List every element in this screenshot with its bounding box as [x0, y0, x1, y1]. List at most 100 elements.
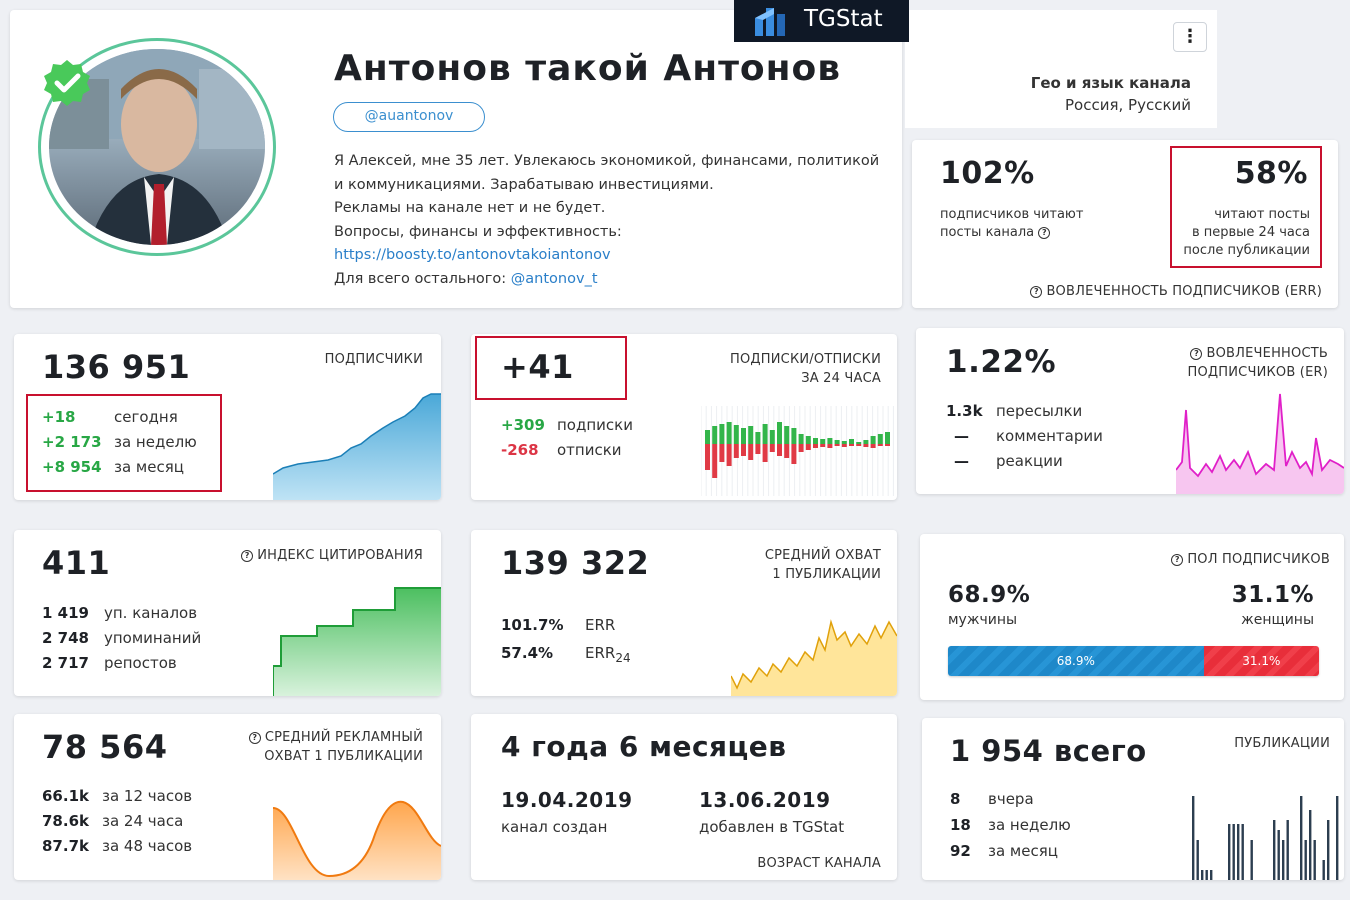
unsubs-bar: [741, 444, 746, 456]
unsubs-bar: [762, 444, 768, 462]
added-label: добавлен в TGStat: [699, 818, 845, 836]
highlight-box: [26, 394, 222, 492]
reach-value: 139 322: [501, 544, 650, 582]
unsubs-bar: [863, 444, 869, 447]
subs-bar: [877, 434, 883, 444]
subs-bar: [733, 425, 739, 444]
post-bar: [1304, 840, 1307, 880]
male-bar[interactable]: 68.9%: [948, 646, 1204, 676]
subs-bar: [769, 430, 775, 444]
stat-row: +309 подписки: [501, 416, 633, 434]
menu-button[interactable]: ⋮: [1173, 22, 1207, 52]
subs-bar: [705, 430, 710, 444]
post-bar: [1210, 870, 1213, 880]
unsubs-bar: [834, 444, 840, 446]
verified-badge-icon: [42, 58, 92, 108]
subs-bar: [827, 438, 833, 444]
average-reach-card[interactable]: 139 322 СРЕДНИЙ ОХВАТ 1 ПУБЛИКАЦИИ 101.7%…: [471, 530, 897, 696]
unsubs-bar: [820, 444, 826, 447]
subscribers-sparkline: [273, 393, 441, 500]
geo-title: Гео и язык канала: [1030, 74, 1191, 92]
unsubs-bar: [856, 444, 862, 446]
ad-reach-wave-chart: [273, 800, 441, 880]
info-icon[interactable]: ?: [1190, 348, 1203, 360]
male-label: мужчины: [948, 612, 1018, 628]
tgstat-logo-banner[interactable]: TGStat: [734, 0, 909, 42]
stat-row: 2 717 репостов: [42, 654, 177, 672]
subscribers-label: ПОДПИСЧИКИ: [324, 352, 423, 367]
er-card[interactable]: 1.22% ? ВОВЛЕЧЕННОСТЬ ПОДПИСЧИКОВ (ER) 1.…: [916, 328, 1344, 494]
subs-unsubs-label: ПОДПИСКИ/ОТПИСКИ ЗА 24 ЧАСА: [730, 352, 881, 386]
stat-row: — реакции: [954, 452, 1063, 470]
stat-row: 57.4% ERR24: [501, 644, 631, 665]
unsubs-bar: [755, 444, 761, 454]
subs-bar: [863, 440, 869, 444]
stat-row: 66.1k за 12 часов: [42, 787, 193, 805]
boosty-link[interactable]: https://boosty.to/antonovtakoiantonov: [334, 244, 879, 268]
channel-title: Антонов такой Антонов: [334, 48, 842, 89]
subs-bar: [784, 426, 790, 444]
citation-step-chart: [273, 587, 441, 696]
subs-bar: [726, 422, 732, 444]
err-left-label: подписчиков читают посты канала ?: [940, 207, 1084, 240]
post-bar: [1237, 824, 1240, 880]
publications-bar-chart: [1192, 796, 1339, 880]
other-handle-link[interactable]: @antonov_t: [511, 271, 598, 287]
ad-reach-card[interactable]: 78 564 ? СРЕДНИЙ РЕКЛАМНЫЙ ОХВАТ 1 ПУБЛИК…: [14, 714, 441, 880]
stat-row: 78.6k за 24 часа: [42, 812, 184, 830]
unsubs-bar: [805, 444, 811, 450]
unsubs-bar: [726, 444, 732, 466]
stat-row: 18 за неделю: [950, 816, 1071, 834]
created-label: канал создан: [501, 818, 608, 836]
post-bar: [1322, 860, 1325, 880]
gender-card[interactable]: ? ПОЛ ПОДПИСЧИКОВ 68.9% мужчины 31.1% жен…: [920, 534, 1344, 700]
stat-row: 2 748 упоминаний: [42, 629, 202, 647]
female-bar[interactable]: 31.1%: [1203, 646, 1319, 676]
unsubs-bar: [712, 444, 718, 478]
female-value: 31.1%: [1231, 582, 1314, 608]
post-bar: [1327, 820, 1330, 880]
channel-age-card: 4 года 6 месяцев 19.04.2019 канал создан…: [471, 714, 897, 880]
info-icon[interactable]: ?: [1030, 286, 1043, 298]
unsubs-bar: [827, 444, 833, 448]
unsubs-bar: [791, 444, 797, 464]
geo-value: Россия, Русский: [1065, 96, 1191, 114]
info-icon[interactable]: ?: [248, 732, 261, 744]
posts-label: ПУБЛИКАЦИИ: [1234, 736, 1330, 751]
post-bar: [1336, 796, 1339, 880]
post-bar: [1201, 870, 1204, 880]
unsubs-bar: [813, 444, 818, 448]
channel-username: @auantonov: [364, 108, 454, 124]
subs-bar: [856, 442, 862, 444]
description-line: Рекламы на канале нет и не будет.: [334, 200, 606, 216]
geo-panel: ⋮ Гео и язык канала Россия, Русский: [905, 10, 1217, 128]
subs-unsubs-card[interactable]: +41 ПОДПИСКИ/ОТПИСКИ ЗА 24 ЧАСА +309 подпи…: [471, 334, 897, 500]
stat-row: 87.7k за 48 часов: [42, 837, 193, 855]
citation-index-card[interactable]: 411 ? ИНДЕКС ЦИТИРОВАНИЯ 1 419 уп. каналов…: [14, 530, 441, 696]
subs-bar: [748, 426, 754, 444]
post-bar: [1286, 820, 1289, 880]
unsubs-bar: [798, 444, 804, 452]
subs-bar: [805, 436, 811, 444]
reach-label: СРЕДНИЙ ОХВАТ 1 ПУБЛИКАЦИИ: [764, 548, 881, 582]
unsubs-bar: [769, 444, 775, 452]
info-icon[interactable]: ?: [241, 550, 254, 562]
info-icon[interactable]: ?: [1171, 554, 1184, 566]
ad-reach-value: 78 564: [42, 728, 168, 766]
err-left-value: 102%: [940, 156, 1035, 191]
more-vertical-icon: ⋮: [1181, 26, 1199, 47]
subs-unsubs-bar-chart: [701, 406, 894, 496]
subscribers-value: 136 951: [42, 348, 191, 386]
info-icon[interactable]: ?: [1038, 227, 1051, 239]
err-card: 102% подписчиков читают посты канала ? 5…: [912, 140, 1338, 308]
ad-reach-label: ? СРЕДНИЙ РЕКЛАМНЫЙ ОХВАТ 1 ПУБЛИКАЦИИ: [248, 728, 423, 766]
publications-card[interactable]: 1 954 всего ПУБЛИКАЦИИ 8 вчера 18 за недел…: [922, 718, 1344, 880]
description-line-other: Для всего остального: @antonov_t: [334, 270, 598, 287]
created-date: 19.04.2019: [501, 788, 633, 812]
citation-value: 411: [42, 544, 111, 582]
post-bar: [1241, 824, 1244, 880]
err-footer[interactable]: ? ВОВЛЕЧЕННОСТЬ ПОДПИСЧИКОВ (ERR): [1030, 282, 1322, 301]
reach-sparkline: [731, 619, 897, 696]
channel-username-pill[interactable]: @auantonov: [333, 102, 485, 132]
subscribers-card[interactable]: 136 951 ПОДПИСЧИКИ +18 сегодня +2 173 за н…: [14, 334, 441, 500]
